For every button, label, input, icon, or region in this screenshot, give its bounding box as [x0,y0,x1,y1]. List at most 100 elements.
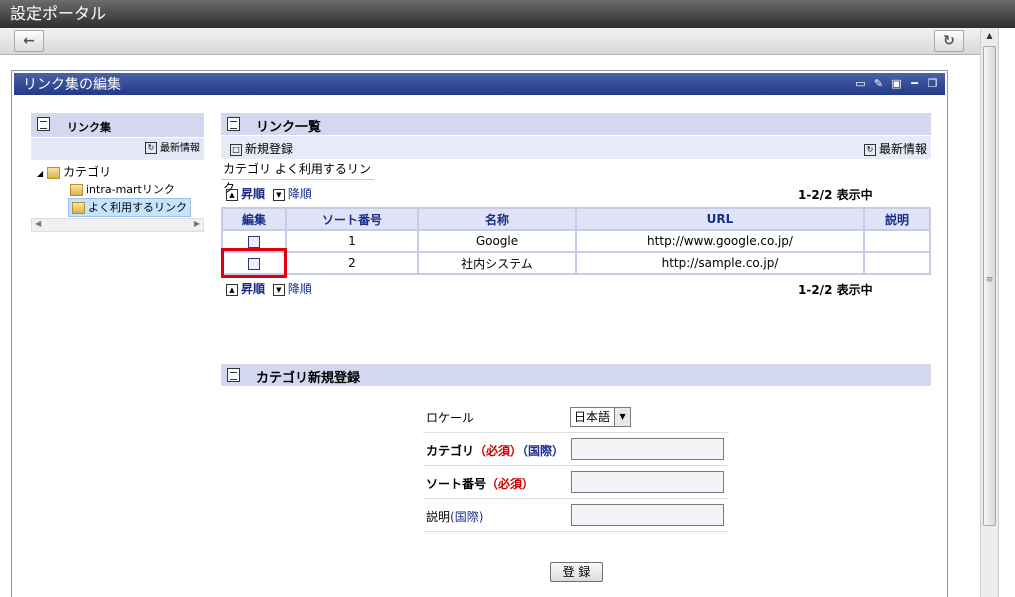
column-header-desc[interactable]: 説明 [863,207,931,231]
tree-header: リンク集 [31,113,204,138]
url-cell: http://sample.co.jp/ [575,251,865,275]
column-header-sort[interactable]: ソート番号 [285,207,419,231]
desc-cell [863,229,931,253]
sort-asc-link[interactable]: ▲ 昇順 [226,187,265,201]
required-label: （必須） [474,444,523,458]
tree-item-label: よく利用するリンク [88,201,187,214]
result-count: 1-2/2 表示中 [798,188,873,202]
category-label: カテゴリ [426,444,475,458]
link-list-toolbar: □ 新規登録 ↻ 最新情報 [221,136,931,159]
vertical-scrollbar[interactable]: ▲ ≡ [980,28,998,597]
tree-header-title: リンク集 [67,121,111,134]
list-refresh-button[interactable]: ↻ 最新情報 [863,140,927,157]
panel-icon [227,117,240,131]
grip-icon: ≡ [985,275,994,285]
folder-icon [47,166,61,179]
portlet-title: リンク集の編集 [23,77,121,93]
monitor-icon[interactable]: ▭ [854,77,867,90]
highlight-box [221,248,287,278]
table-header-row: 編集 ソート番号 名称 URL 説明 [221,207,931,231]
tree-item-intra-mart[interactable]: intra-martリンク [70,181,175,197]
refresh-icon: ↻ [863,143,876,156]
pencil-icon[interactable]: ✎ [872,77,885,90]
asc-label: 昇順 [241,187,266,201]
sort-controls-bottom: ▲ 昇順 ▼ 降順 [226,280,312,297]
sort-asc-link[interactable]: ▲ 昇順 [226,282,265,296]
locale-value: 日本語 [574,410,611,424]
minimize-icon[interactable]: ━ [908,77,921,90]
folder-icon [72,202,85,214]
url-cell: http://www.google.co.jp/ [575,229,865,253]
desc-label-wrap: 説明(国際) [426,508,483,525]
asc-label: 昇順 [241,282,266,296]
sort-row: ソート番号（必須） [423,466,729,499]
category-form-header: カテゴリ新規登録 [221,364,931,387]
desc-label: 説明 [426,510,451,524]
desc-label: 降順 [287,282,312,296]
tree-item-frequent[interactable]: よく利用するリンク [68,198,191,217]
folder-icon [70,184,83,196]
name-cell: 社内システム [417,251,577,275]
link-list-title: リンク一覧 [256,120,322,135]
expand-icon[interactable]: ◢ [37,169,43,178]
new-link-button[interactable]: □ 新規登録 [230,140,293,157]
category-path: カテゴリ よく利用するリンク [221,160,374,195]
restore-icon[interactable]: ❐ [926,77,939,90]
result-count: 1-2/2 表示中 [798,283,873,297]
category-form-title: カテゴリ新規登録 [256,371,361,386]
list-refresh-label: 最新情報 [878,142,927,156]
edit-icon[interactable] [248,235,260,248]
chevron-down-icon[interactable]: ▼ [614,408,631,426]
sort-label-wrap: ソート番号（必須） [426,475,534,492]
arrow-up-icon: ▲ [226,188,238,201]
panel-icon [227,368,240,382]
table-row: 2 社内システム http://sample.co.jp/ [221,251,931,275]
new-document-icon: □ [230,143,242,156]
tree-root-label: カテゴリ [63,165,112,179]
tree-refresh-link[interactable]: ↻ 最新情報 [31,138,204,160]
back-arrow-icon[interactable]: ← [14,30,44,52]
locale-select[interactable]: 日本語 ▼ [570,407,632,427]
desc-row: 説明(国際) [423,499,729,532]
sort-cell: 2 [285,251,419,275]
nav-toolbar: ← ↻ [0,28,980,55]
intl-label: （国際） [522,444,565,458]
sort-label: ソート番号 [426,477,487,491]
scroll-right-icon[interactable]: ▶ [194,219,200,228]
sort-number-input[interactable] [571,471,724,493]
settings-icon[interactable]: ▣ [890,77,903,90]
new-link-label: 新規登録 [245,142,294,156]
desc-label: 降順 [287,187,312,201]
tree-root[interactable]: ◢ カテゴリ [37,163,111,180]
scroll-up-icon[interactable]: ▲ [983,31,996,41]
sort-cell: 1 [285,229,419,253]
refresh-icon[interactable]: ↻ [934,30,964,52]
arrow-down-icon: ▼ [272,188,285,201]
scroll-left-icon[interactable]: ◀ [35,219,41,228]
arrow-down-icon: ▼ [272,283,285,296]
window-title: 設定ポータル [0,0,1015,28]
column-header-edit: 編集 [221,207,287,231]
description-input[interactable] [571,504,724,526]
sort-desc-link[interactable]: ▼ 降順 [272,282,312,296]
category-input[interactable] [571,438,724,460]
name-cell: Google [417,229,577,253]
tree-horizontal-scrollbar[interactable]: ◀ ▶ [31,218,204,232]
scroll-thumb[interactable]: ≡ [983,46,996,526]
window-edge [998,28,1015,597]
column-header-url[interactable]: URL [575,207,865,231]
column-header-name[interactable]: 名称 [417,207,577,231]
category-form: ロケール 日本語 ▼ カテゴリ（必須）（国際） ソート番号（必須） 説明(国際) [423,400,729,532]
link-table: 編集 ソート番号 名称 URL 説明 1 Google http://www.g… [221,207,931,275]
register-button[interactable]: 登 録 [550,562,603,582]
sort-desc-link[interactable]: ▼ 降順 [272,187,312,201]
tree-refresh-label: 最新情報 [160,143,200,154]
category-row: カテゴリ（必須）（国際） [423,433,729,466]
required-label: （必須） [486,477,535,491]
intl-label: (国際) [450,510,484,524]
link-list-header: リンク一覧 [221,113,931,136]
locale-row: ロケール 日本語 ▼ [423,400,729,433]
arrow-up-icon: ▲ [226,283,238,296]
refresh-icon: ↻ [145,142,157,154]
locale-label: ロケール [426,411,475,425]
